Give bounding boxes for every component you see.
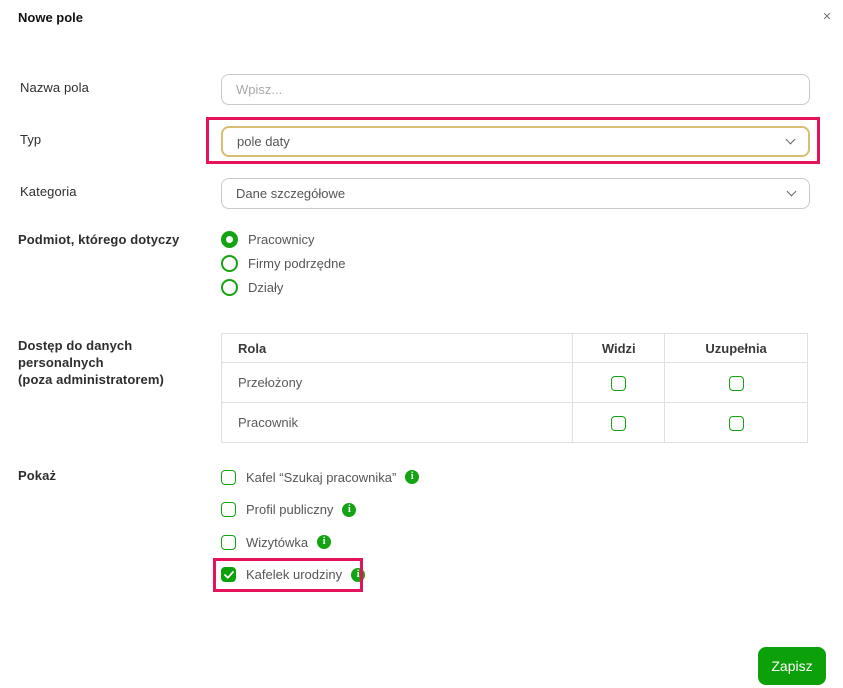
- info-icon[interactable]: i: [342, 502, 357, 517]
- radio-unselected-icon[interactable]: [221, 255, 238, 272]
- column-header-widzi: Widzi: [572, 333, 666, 363]
- radio-label: Działy: [248, 280, 284, 295]
- show-option-kafel-szukaj[interactable]: Kafel “Szukaj pracownika” i: [221, 469, 420, 485]
- info-icon[interactable]: i: [405, 470, 420, 484]
- type-select-value: pole daty: [237, 134, 290, 149]
- checkbox-unchecked-icon[interactable]: [221, 534, 236, 550]
- field-name-input[interactable]: [221, 74, 810, 105]
- role-cell: Przełożony: [220, 362, 574, 403]
- checkbox-label: Wizytówka: [246, 534, 309, 550]
- column-header-role: Rola: [220, 333, 574, 363]
- role-cell: Pracownik: [220, 402, 574, 443]
- category-select[interactable]: Dane szczegółowe: [221, 178, 810, 209]
- field-label-type: Typ: [20, 132, 42, 147]
- field-label-category: Kategoria: [20, 184, 77, 199]
- show-label: Pokaż: [18, 468, 57, 483]
- access-label: Dostęp do danych personalnych (poza admi…: [18, 337, 213, 388]
- checkbox-unchecked-icon[interactable]: [221, 469, 236, 485]
- field-label-name: Nazwa pola: [20, 80, 89, 95]
- checkbox-pracownik-uzupelnia[interactable]: [728, 415, 744, 431]
- show-option-kafelek-urodziny[interactable]: Kafelek urodziny i: [221, 567, 419, 583]
- radio-label: Firmy podrzędne: [248, 256, 346, 271]
- checkbox-pracownik-widzi[interactable]: [611, 415, 627, 431]
- info-icon[interactable]: i: [317, 535, 332, 549]
- category-select-value: Dane szczegółowe: [236, 186, 346, 201]
- checkbox-przelozony-uzupelnia[interactable]: [728, 375, 744, 391]
- subject-radio-group: Pracownicy Firmy podrzędne Działy: [221, 231, 346, 303]
- subject-label: Podmiot, którego dotyczy: [18, 232, 180, 247]
- radio-unselected-icon[interactable]: [221, 279, 238, 296]
- table-row: Pracownik: [220, 402, 808, 443]
- radio-label: Pracownicy: [248, 232, 315, 247]
- show-checkbox-group: Kafel “Szukaj pracownika” i Profil publi…: [221, 469, 420, 599]
- dialog-title: Nowe pole: [18, 10, 84, 25]
- info-icon[interactable]: i: [351, 567, 366, 582]
- checkbox-label: Kafelek urodziny: [246, 567, 343, 582]
- radio-option-firmy-podrzedne[interactable]: Firmy podrzędne: [221, 255, 346, 272]
- chevron-down-icon: [786, 186, 797, 197]
- radio-option-dzialy[interactable]: Działy: [221, 279, 346, 296]
- checkbox-przelozony-widzi[interactable]: [611, 375, 627, 391]
- save-button[interactable]: Zapisz: [758, 647, 826, 685]
- show-option-profil-publiczny[interactable]: Profil publiczny i: [221, 502, 419, 518]
- type-select[interactable]: pole daty: [221, 126, 810, 157]
- check-icon: [223, 570, 234, 579]
- access-label-line1: Dostęp do danych personalnych: [18, 338, 133, 370]
- close-icon[interactable]: ×: [816, 6, 838, 28]
- column-header-uzupelnia: Uzupełnia: [664, 333, 808, 363]
- access-table: Rola Widzi Uzupełnia Przełożony Pracowni…: [220, 333, 808, 443]
- checkbox-unchecked-icon[interactable]: [221, 502, 236, 517]
- show-option-wizytowka[interactable]: Wizytówka i: [221, 534, 419, 550]
- table-header-row: Rola Widzi Uzupełnia: [220, 333, 808, 363]
- access-label-line2: (poza administratorem): [18, 372, 164, 387]
- radio-selected-icon[interactable]: [221, 231, 238, 248]
- table-row: Przełożony: [220, 362, 808, 403]
- chevron-down-icon: [785, 134, 796, 145]
- checkbox-checked-icon[interactable]: [221, 567, 236, 582]
- checkbox-label: Profil publiczny: [246, 502, 334, 517]
- checkbox-label: Kafel “Szukaj pracownika”: [246, 469, 397, 485]
- radio-option-pracownicy[interactable]: Pracownicy: [221, 231, 346, 248]
